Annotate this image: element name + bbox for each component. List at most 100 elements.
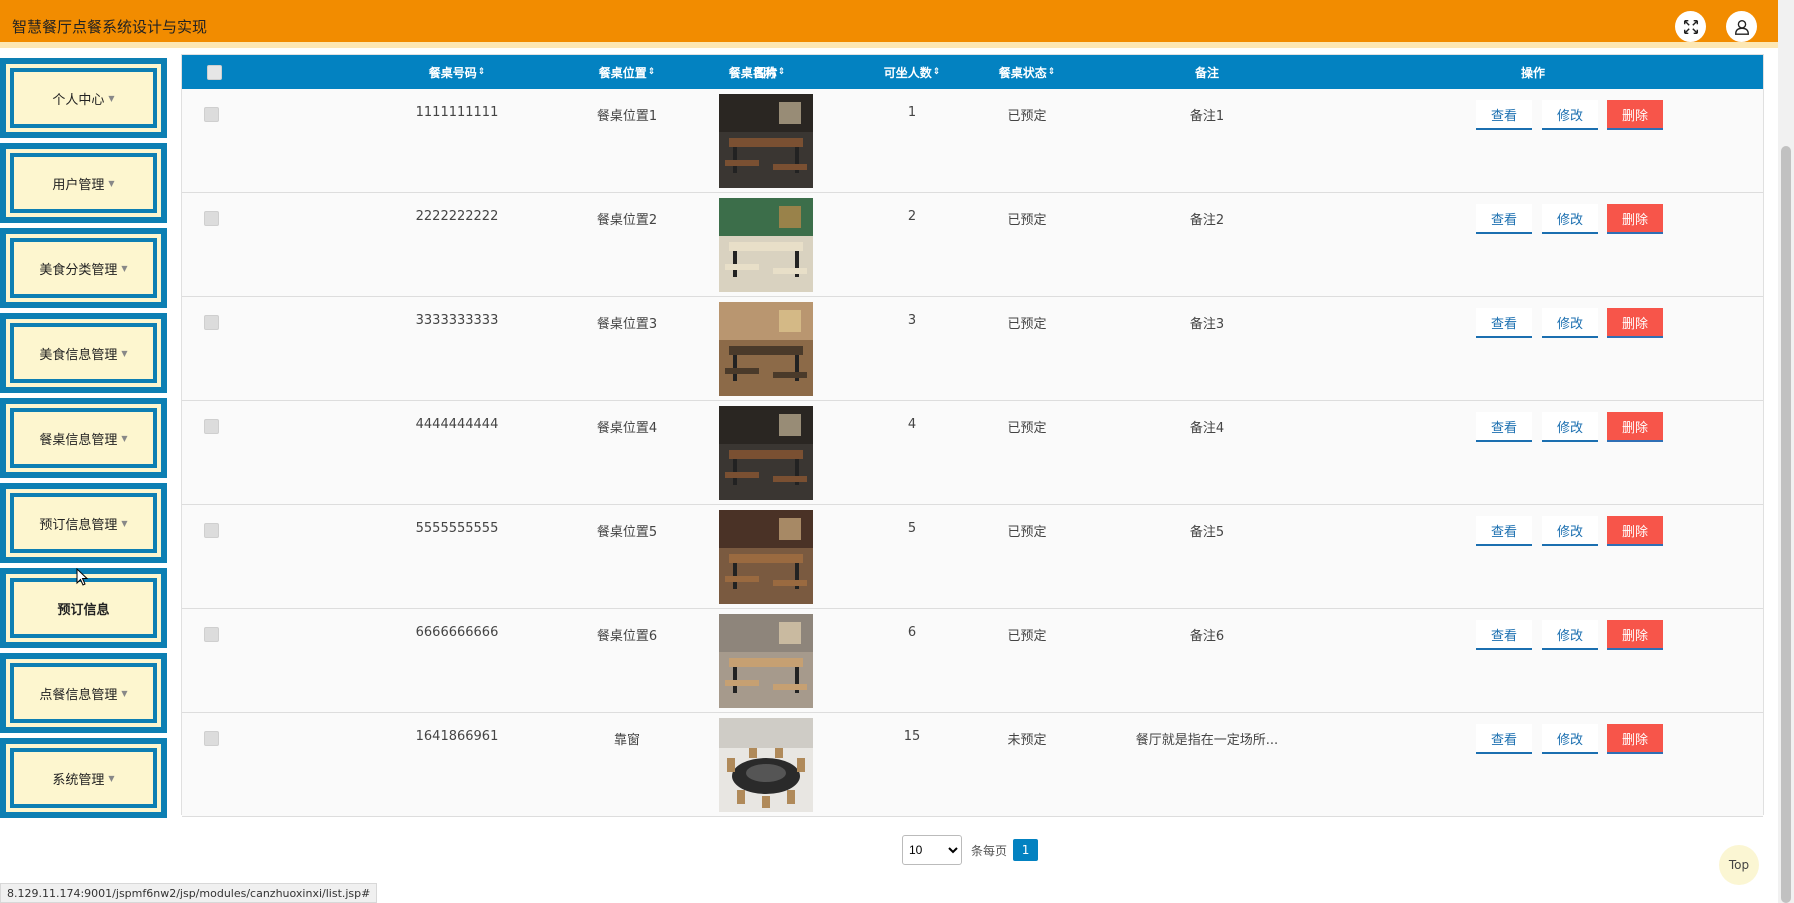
edit-button[interactable]: 修改 xyxy=(1542,100,1598,130)
table-status: 已预定 xyxy=(1007,317,1047,332)
table-status: 已预定 xyxy=(1007,421,1047,436)
page-scrollbar[interactable] xyxy=(1778,0,1794,903)
sidebar-item[interactable]: 预订信息管理 ▼ xyxy=(0,483,167,563)
edit-button[interactable]: 修改 xyxy=(1542,620,1598,650)
page-button-current[interactable]: 1 xyxy=(1013,839,1039,861)
caret-down-icon: ▼ xyxy=(121,433,128,443)
sidebar-item[interactable]: 餐桌信息管理 ▼ xyxy=(0,398,167,478)
table-row: 5555555555餐桌位置5餐桌名称55已预定备注5查看修改删除 xyxy=(182,505,1763,609)
table-number: 6666666666 xyxy=(415,625,499,640)
sidebar-item-label: 点餐信息管理 xyxy=(39,687,118,703)
fullscreen-button[interactable] xyxy=(1675,11,1706,42)
col-header-position[interactable]: 餐桌位置 ⇕ xyxy=(572,55,682,89)
table-status: 已预定 xyxy=(1007,213,1047,228)
edit-button[interactable]: 修改 xyxy=(1542,724,1598,754)
view-button[interactable]: 查看 xyxy=(1476,412,1532,442)
sidebar-item-label: 个人中心 xyxy=(52,92,105,108)
col-header-remark: 备注 xyxy=(1194,65,1219,80)
delete-button[interactable]: 删除 xyxy=(1607,620,1663,650)
table-capacity: 15 xyxy=(903,729,921,744)
table-capacity: 3 xyxy=(907,313,917,328)
view-button[interactable]: 查看 xyxy=(1476,516,1532,546)
select-all-checkbox[interactable] xyxy=(204,55,224,89)
edit-button[interactable]: 修改 xyxy=(1542,204,1598,234)
view-button[interactable]: 查看 xyxy=(1476,204,1532,234)
sidebar-item-label: 美食分类管理 xyxy=(39,262,118,278)
sidebar-item[interactable]: 用户管理 ▼ xyxy=(0,143,167,223)
delete-button[interactable]: 删除 xyxy=(1607,100,1663,130)
row-checkbox[interactable] xyxy=(204,731,224,746)
col-header-number[interactable]: 餐桌号码 ⇕ xyxy=(392,55,522,89)
col-header-status[interactable]: 餐桌状态 ⇕ xyxy=(972,55,1082,89)
view-button[interactable]: 查看 xyxy=(1476,724,1532,754)
caret-down-icon: ▼ xyxy=(121,348,128,358)
pagination: 102050100 条每页 1 xyxy=(902,834,1039,866)
sort-icon: ⇕ xyxy=(647,67,656,77)
delete-button[interactable]: 删除 xyxy=(1607,516,1663,546)
table-capacity: 4 xyxy=(907,417,917,432)
caret-down-icon: ▼ xyxy=(121,518,128,528)
table-row: 2222222222餐桌位置2餐桌名称22已预定备注2查看修改删除 xyxy=(182,193,1763,297)
view-button[interactable]: 查看 xyxy=(1476,620,1532,650)
table-status: 已预定 xyxy=(1007,629,1047,644)
edit-button[interactable]: 修改 xyxy=(1542,412,1598,442)
app-title: 智慧餐厅点餐系统设计与实现 xyxy=(12,18,208,36)
sidebar-item[interactable]: 个人中心 ▼ xyxy=(0,58,167,138)
caret-down-icon: ▼ xyxy=(108,178,115,188)
table-remark: 备注5 xyxy=(1189,525,1225,540)
table-remark: 备注2 xyxy=(1189,213,1225,228)
scrollbar-thumb[interactable] xyxy=(1781,146,1791,903)
table-remark: 备注6 xyxy=(1189,629,1225,644)
table-number: 4444444444 xyxy=(415,417,499,432)
view-button[interactable]: 查看 xyxy=(1476,308,1532,338)
sidebar-item-label: 餐桌信息管理 xyxy=(39,432,118,448)
sidebar-item-label: 预订信息 xyxy=(57,602,110,618)
sort-icon: ⇕ xyxy=(1047,67,1056,77)
row-checkbox[interactable] xyxy=(204,107,224,122)
table-remark: 备注3 xyxy=(1189,317,1225,332)
caret-down-icon: ▼ xyxy=(121,263,128,273)
table-remark: 备注1 xyxy=(1189,109,1225,124)
sort-icon: ⇕ xyxy=(477,67,486,77)
edit-button[interactable]: 修改 xyxy=(1542,516,1598,546)
user-button[interactable] xyxy=(1726,11,1757,42)
table-image xyxy=(719,198,813,292)
caret-down-icon: ▼ xyxy=(121,688,128,698)
row-checkbox[interactable] xyxy=(204,211,224,226)
page-size-select[interactable]: 102050100 xyxy=(902,835,962,865)
back-to-top-button[interactable]: Top xyxy=(1719,845,1759,885)
table-image xyxy=(719,614,813,708)
table-position: 餐桌位置1 xyxy=(596,109,658,124)
sidebar-item[interactable]: 美食信息管理 ▼ xyxy=(0,313,167,393)
table-number: 1111111111 xyxy=(415,105,499,120)
sidebar-item-label: 用户管理 xyxy=(52,177,105,193)
delete-button[interactable]: 删除 xyxy=(1607,724,1663,754)
delete-button[interactable]: 删除 xyxy=(1607,204,1663,234)
col-header-capacity[interactable]: 可坐人数 ⇕ xyxy=(862,55,962,89)
table-number: 3333333333 xyxy=(415,313,499,328)
sort-icon: ⇕ xyxy=(932,67,941,77)
table-position: 靠窗 xyxy=(613,733,640,748)
table-image xyxy=(719,94,813,188)
sidebar-item[interactable]: 美食分类管理 ▼ xyxy=(0,228,167,308)
row-checkbox[interactable] xyxy=(204,523,224,538)
view-button[interactable]: 查看 xyxy=(1476,100,1532,130)
table-number: 2222222222 xyxy=(415,209,499,224)
caret-down-icon: ▼ xyxy=(108,93,115,103)
table-position: 餐桌位置4 xyxy=(596,421,658,436)
row-checkbox[interactable] xyxy=(204,315,224,330)
sidebar-item[interactable]: 点餐信息管理 ▼ xyxy=(0,653,167,733)
sidebar-item[interactable]: 系统管理 ▼ xyxy=(0,738,167,818)
row-checkbox[interactable] xyxy=(204,627,224,642)
sidebar-menu: 个人中心 ▼ 用户管理 ▼ 美食分类管理 ▼ 美食信息管理 ▼ 餐桌信息管理 ▼ 预订信息管理 ▼ 预订… xyxy=(0,58,167,823)
table-header: 餐桌号码 ⇕ 餐桌位置 ⇕ 餐桌名称 ⇕ 图片 可坐人数 ⇕ 餐桌状态 ⇕ 备注 操作 xyxy=(182,55,1763,89)
per-page-label: 条每页 xyxy=(971,843,1008,858)
table-row: 3333333333餐桌位置3餐桌名称33已预定备注3查看修改删除 xyxy=(182,297,1763,401)
row-checkbox[interactable] xyxy=(204,419,224,434)
edit-button[interactable]: 修改 xyxy=(1542,308,1598,338)
sidebar-item-label: 系统管理 xyxy=(52,772,105,788)
delete-button[interactable]: 删除 xyxy=(1607,308,1663,338)
table-image xyxy=(719,510,813,604)
table-capacity: 6 xyxy=(907,625,917,640)
delete-button[interactable]: 删除 xyxy=(1607,412,1663,442)
